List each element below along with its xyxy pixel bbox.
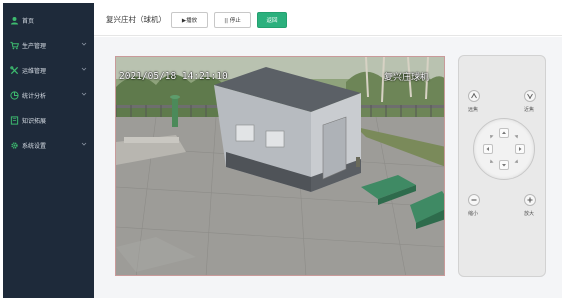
chevron-down-icon [81,66,87,72]
camera-scene-image [116,57,444,275]
tools-icon [9,65,19,75]
arrow-down-icon [502,164,506,167]
far-focus-button[interactable] [468,90,480,102]
sidebar-item-maintenance[interactable]: 运维管理 [3,61,94,79]
arrow-right-icon [519,147,522,151]
book-icon [9,115,19,125]
arrow-left-icon [486,147,489,151]
sidebar-item-home[interactable]: 首页 [3,11,94,29]
chart-icon [9,90,19,100]
gear-icon [9,140,19,150]
video-feed[interactable]: 2021/05/18 14:21:10 复兴庄球机 [115,56,445,276]
sidebar-item-settings[interactable]: 系统设置 [3,136,94,154]
arrow-down-right-icon [514,159,518,163]
near-focus-label: 近焦 [524,107,535,113]
cart-icon [9,40,19,50]
zoom-in-label: 放大 [524,211,535,217]
plus-icon [527,197,533,203]
video-camera-name: 复兴庄球机 [384,73,430,83]
pan-down-left-button[interactable] [487,156,497,166]
pan-up-left-button[interactable] [487,132,497,142]
chevron-down-icon [81,91,87,97]
header-bar: 复兴庄村（球机） ▶播放 || 停止 返回 [94,3,562,36]
pan-left-button[interactable] [483,144,493,154]
arrow-down-left-icon [490,159,494,163]
sidebar-item-label: 统计分析 [22,92,47,100]
pan-up-button[interactable] [499,128,509,138]
zoom-in-button[interactable] [524,194,536,206]
play-button[interactable]: ▶播放 [171,12,208,28]
sidebar-item-label: 系统设置 [22,142,47,150]
direction-pad [473,118,535,180]
chevron-down-icon [81,41,87,47]
stop-button[interactable]: || 停止 [214,12,251,28]
near-focus-button[interactable] [524,90,536,102]
pan-down-right-button[interactable] [511,156,521,166]
sidebar-item-production[interactable]: 生产管理 [3,36,94,54]
far-focus-label: 远焦 [468,107,479,113]
arrow-up-left-icon [490,135,494,139]
focus-near-icon [527,93,533,99]
zoom-out-label: 缩小 [468,211,479,217]
sidebar: 首页 生产管理 运维管理 统计分析 知识拓展 系统设置 [3,3,94,298]
sidebar-item-knowledge[interactable]: 知识拓展 [3,111,94,129]
minus-icon [471,199,477,201]
user-icon [9,15,19,25]
back-button[interactable]: 返回 [257,12,287,28]
ptz-control-panel: 远焦 近焦 缩小 放大 [458,55,546,277]
pan-up-right-button[interactable] [511,132,521,142]
zoom-out-button[interactable] [468,194,480,206]
pan-right-button[interactable] [515,144,525,154]
pan-down-button[interactable] [499,160,509,170]
video-timestamp: 2021/05/18 14:21:10 [119,71,228,82]
sidebar-item-label: 首页 [22,17,35,25]
arrow-up-icon [502,131,506,134]
sidebar-item-statistics[interactable]: 统计分析 [3,86,94,104]
camera-title: 复兴庄村（球机） [106,15,166,24]
focus-far-icon [471,93,477,99]
sidebar-item-label: 运维管理 [22,67,47,75]
chevron-down-icon [81,141,87,147]
arrow-up-right-icon [514,135,518,139]
sidebar-item-label: 知识拓展 [22,117,47,125]
sidebar-item-label: 生产管理 [22,42,47,50]
